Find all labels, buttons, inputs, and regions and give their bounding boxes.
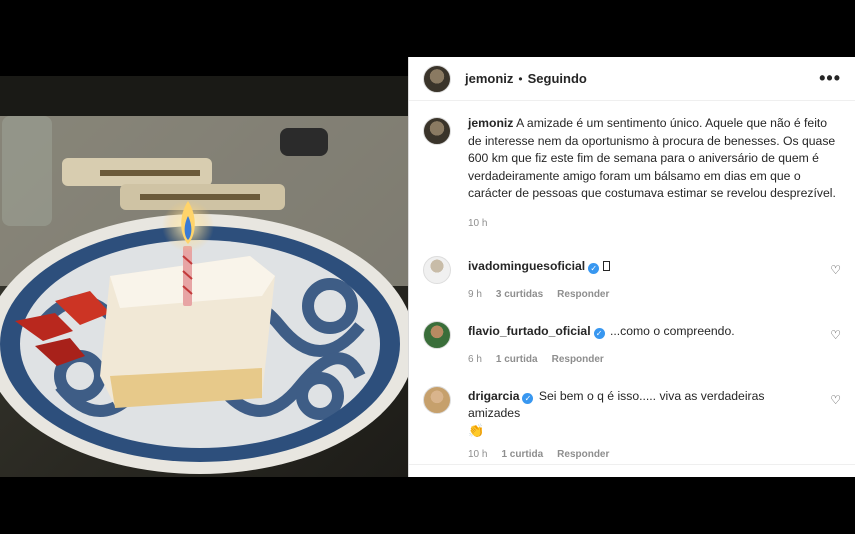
caption-username[interactable]: jemoniz <box>468 116 513 130</box>
comment-body: ivadominguesoficial ✓ 9 h 3 curtidas Resp… <box>468 255 808 303</box>
like-heart-icon[interactable]: ♡ <box>830 328 841 342</box>
verified-badge-icon: ✓ <box>593 327 605 339</box>
comment-meta: 10 h 1 curtida Responder <box>468 446 808 463</box>
comment-meta: 6 h 1 curtida Responder <box>468 351 808 368</box>
caption-text: A amizade é um sentimento único. Aquele … <box>468 116 836 201</box>
comment-item: drigarcia ✓ Sei bem o q é isso..... viva … <box>409 385 855 463</box>
screen-frame: jemoniz • Seguindo ••• jemoniz A amizade… <box>0 0 855 534</box>
unsupported-emoji-icon <box>603 260 611 271</box>
post-header: jemoniz • Seguindo ••• <box>409 57 855 101</box>
like-heart-icon[interactable]: ♡ <box>830 393 841 407</box>
clapping-hands-emoji: 👏 <box>468 422 485 438</box>
comment-time[interactable]: 9 h <box>468 286 482 303</box>
comment-likes[interactable]: 3 curtidas <box>496 286 543 303</box>
verified-badge-icon: ✓ <box>588 262 600 274</box>
more-options-icon[interactable]: ••• <box>819 68 841 89</box>
post-photo <box>0 76 408 477</box>
separator-dot: • <box>518 71 523 86</box>
reply-button[interactable]: Responder <box>557 286 609 303</box>
caption-body: jemoniz A amizade é um sentimento único.… <box>468 115 841 233</box>
avatar[interactable] <box>423 320 451 349</box>
comment-body: flavio_furtado_oficial ✓ ...como o compre… <box>468 320 808 368</box>
verified-badge-icon: ✓ <box>522 392 534 404</box>
reply-button[interactable]: Responder <box>557 446 609 463</box>
caption-time[interactable]: 10 h <box>468 215 841 233</box>
comment-item: flavio_furtado_oficial ✓ ...como o compre… <box>409 320 855 368</box>
avatar[interactable] <box>423 385 451 414</box>
comment-username[interactable]: drigarcia <box>468 389 519 403</box>
comment-likes[interactable]: 1 curtida <box>496 351 538 368</box>
comment-time[interactable]: 10 h <box>468 446 487 463</box>
comment-body: drigarcia ✓ Sei bem o q é isso..... viva … <box>468 385 808 463</box>
like-heart-icon[interactable]: ♡ <box>830 263 841 277</box>
instagram-post-panel: jemoniz • Seguindo ••• jemoniz A amizade… <box>408 57 855 477</box>
avatar[interactable] <box>423 64 451 93</box>
comment-username[interactable]: ivadominguesoficial <box>468 259 585 273</box>
comment-item: ivadominguesoficial ✓ 9 h 3 curtidas Resp… <box>409 255 855 303</box>
author-username[interactable]: jemoniz <box>465 71 513 86</box>
comment-username[interactable]: flavio_furtado_oficial <box>468 324 591 338</box>
comment-time[interactable]: 6 h <box>468 351 482 368</box>
comment-likes[interactable]: 1 curtida <box>501 446 543 463</box>
comment-meta: 9 h 3 curtidas Responder <box>468 286 808 303</box>
comment-text: ...como o compreendo. <box>609 323 735 338</box>
cake-photo-image <box>0 76 408 477</box>
post-caption: jemoniz A amizade é um sentimento único.… <box>409 101 855 233</box>
divider <box>409 464 855 465</box>
avatar[interactable] <box>423 255 451 284</box>
following-button[interactable]: Seguindo <box>528 71 587 86</box>
avatar[interactable] <box>423 117 451 145</box>
reply-button[interactable]: Responder <box>552 351 604 368</box>
